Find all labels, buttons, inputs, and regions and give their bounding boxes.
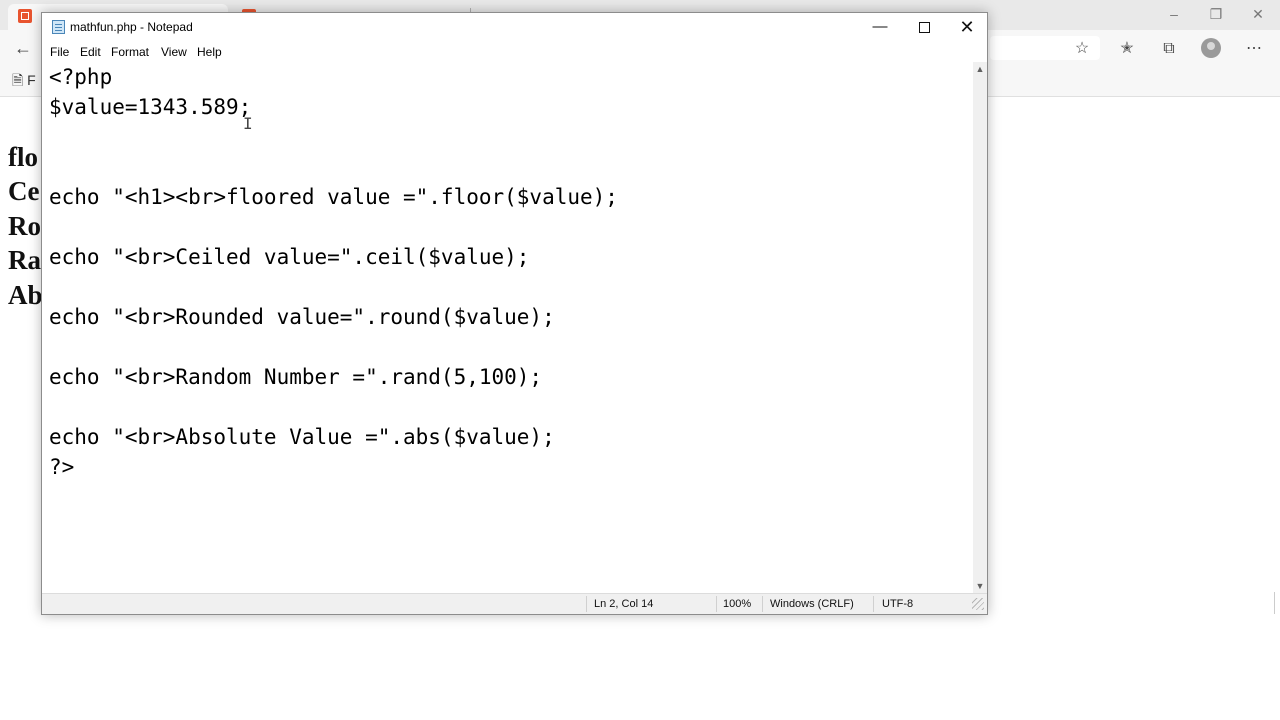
menu-format[interactable]: Format [111, 45, 149, 59]
window-title: mathfun.php - Notepad [70, 20, 193, 34]
maximize-button[interactable] [902, 13, 946, 43]
favorites-icon[interactable]: ✭ [1115, 38, 1139, 60]
line-ending: Windows (CRLF) [770, 598, 854, 610]
back-arrow-icon[interactable]: ← [14, 38, 32, 59]
code-line: $value=1343.589; [49, 95, 252, 119]
menu-help[interactable]: Help [197, 45, 222, 59]
page-icon: 🗎 [12, 72, 24, 88]
cursor-position: Ln 2, Col 14 [594, 598, 654, 610]
browser-restore-icon[interactable]: ❐ [1194, 0, 1238, 30]
notepad-app-icon [52, 20, 65, 34]
code-line: echo "<h1><br>floored value =".floor($va… [49, 185, 618, 209]
encoding: UTF-8 [882, 598, 914, 610]
page-text-line: Ra [8, 245, 41, 275]
resize-grip[interactable] [972, 598, 984, 610]
text-editor-area[interactable]: <?php $value=1343.589; echo "<h1><br>flo… [42, 62, 973, 593]
status-bar: Ln 2, Col 14 100% Windows (CRLF) UTF-8 [42, 593, 987, 614]
browser-minimize-icon[interactable]: – [1152, 0, 1196, 30]
minimize-button[interactable]: — [858, 13, 902, 43]
menu-file[interactable]: File [50, 45, 69, 59]
star-icon[interactable]: ☆ [1070, 38, 1094, 60]
code-line: echo "<br>Rounded value=".round($value); [49, 305, 555, 329]
status-divider [586, 596, 587, 612]
browser-scrollbar[interactable] [1274, 592, 1280, 614]
code-line: echo "<br>Absolute Value =".abs($value); [49, 425, 555, 449]
scroll-down-icon[interactable]: ▼ [973, 579, 987, 593]
more-icon[interactable]: ⋯ [1242, 38, 1266, 60]
status-divider [873, 596, 874, 612]
collections-icon[interactable]: ⧉ [1157, 38, 1181, 60]
zoom-level: 100% [723, 598, 752, 610]
profile-avatar[interactable] [1201, 38, 1221, 58]
maximize-icon [918, 21, 930, 33]
status-divider [762, 596, 763, 612]
close-button[interactable]: ✕ [945, 13, 989, 43]
favorites-item-label: F [27, 72, 36, 88]
vertical-scrollbar[interactable]: ▲ ▼ [973, 62, 987, 593]
page-heading-line: flo [8, 142, 38, 172]
scroll-up-icon[interactable]: ▲ [973, 62, 987, 76]
page-text-line: Ce [8, 176, 40, 206]
code-line: echo "<br>Ceiled value=".ceil($value); [49, 245, 530, 269]
text-cursor-icon: I [243, 114, 253, 133]
page-text-line: Ro [8, 211, 41, 241]
menu-view[interactable]: View [161, 45, 187, 59]
menu-edit[interactable]: Edit [80, 45, 101, 59]
code-line: echo "<br>Random Number =".rand(5,100); [49, 365, 543, 389]
favorites-item[interactable]: 🗎 F [12, 70, 36, 94]
xampp-icon [18, 9, 32, 23]
notepad-titlebar[interactable]: mathfun.php - Notepad — ✕ [42, 13, 987, 43]
menu-bar: File Edit Format View Help [42, 43, 987, 62]
notepad-window: mathfun.php - Notepad — ✕ File Edit Form… [41, 12, 988, 615]
code-line: ?> [49, 455, 75, 479]
page-text-line: Ab [8, 280, 43, 310]
browser-close-icon[interactable]: ✕ [1236, 0, 1280, 30]
status-divider [716, 596, 717, 612]
code-line: <?php [49, 65, 113, 89]
